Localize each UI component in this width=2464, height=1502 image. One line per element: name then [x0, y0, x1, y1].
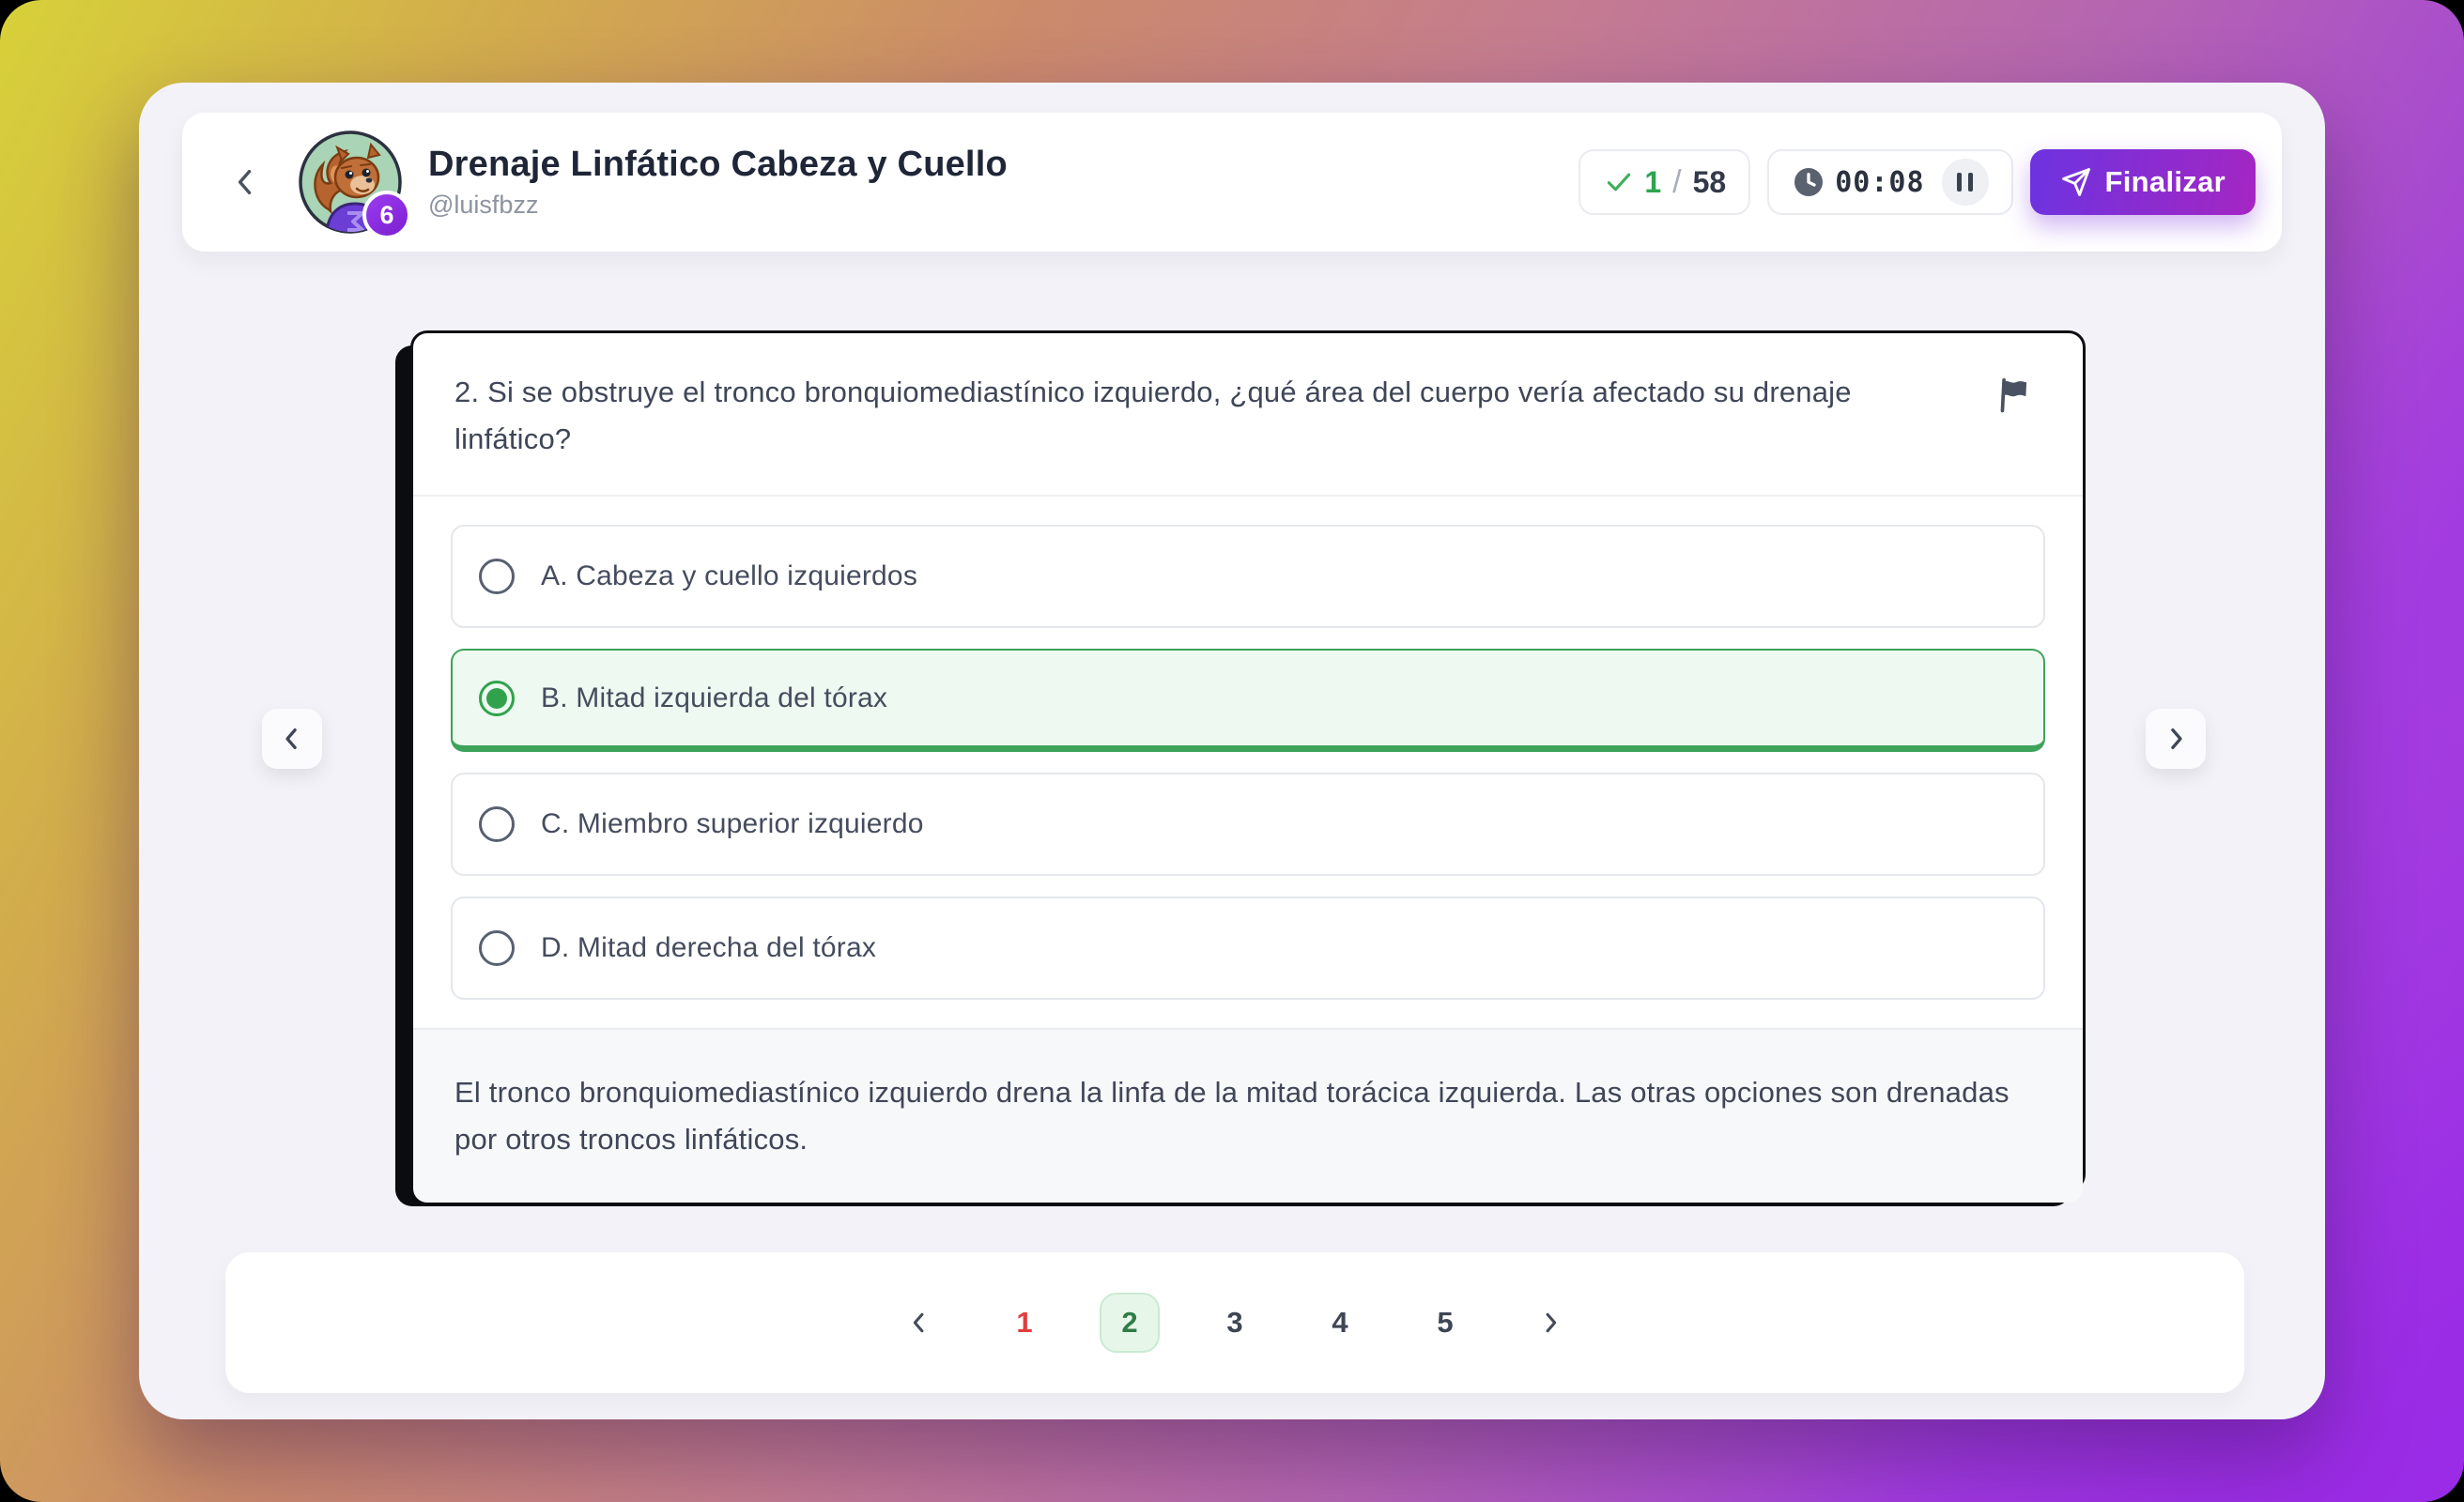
- question-text: 2. Si se obstruye el tronco bronquiomedi…: [454, 369, 1966, 463]
- title-block: Drenaje Linfático Cabeza y Cuello @luisf…: [428, 145, 1008, 220]
- options-list: A. Cabeza y cuello izquierdos B. Mitad i…: [413, 495, 2083, 1028]
- finish-button[interactable]: Finalizar: [2030, 149, 2256, 215]
- page-4-button[interactable]: 4: [1310, 1293, 1370, 1353]
- timer-value: 00:08: [1835, 166, 1924, 199]
- progress-current: 1: [1644, 165, 1661, 200]
- radio-unchecked-icon: [479, 559, 515, 594]
- page-2-button-current[interactable]: 2: [1100, 1293, 1160, 1353]
- option-d[interactable]: D. Mitad derecha del tórax: [451, 897, 2045, 1000]
- header-bar: 6 Drenaje Linfático Cabeza y Cuello @lui…: [182, 113, 2282, 252]
- progress-total: 58: [1693, 165, 1727, 200]
- quiz-app-container: 6 Drenaje Linfático Cabeza y Cuello @lui…: [139, 83, 2325, 1419]
- clock-icon: [1792, 165, 1825, 199]
- option-label: B. Mitad izquierda del tórax: [541, 682, 887, 714]
- progress-pill: 1 / 58: [1578, 149, 1750, 215]
- radio-unchecked-icon: [479, 806, 515, 842]
- page-5-button[interactable]: 5: [1415, 1293, 1475, 1353]
- chevron-left-icon: [278, 725, 306, 753]
- pause-icon: [1957, 173, 1962, 192]
- avatar: 6: [297, 129, 404, 236]
- question-card: 2. Si se obstruye el tronco bronquiomedi…: [410, 330, 2086, 1191]
- question-header: 2. Si se obstruye el tronco bronquiomedi…: [413, 333, 2083, 495]
- explanation-panel: El tronco bronquiomediastínico izquierdo…: [413, 1028, 2083, 1203]
- chevron-right-icon: [2162, 725, 2190, 753]
- radio-unchecked-icon: [479, 930, 515, 966]
- header-controls: 1 / 58 00:08: [1578, 149, 2256, 215]
- previous-question-button[interactable]: [262, 709, 322, 769]
- radio-checked-icon: [479, 681, 515, 716]
- option-b[interactable]: B. Mitad izquierda del tórax: [451, 649, 2045, 752]
- option-label: D. Mitad derecha del tórax: [541, 932, 876, 964]
- finish-button-label: Finalizar: [2105, 165, 2225, 199]
- check-icon: [1603, 166, 1635, 198]
- gradient-background: 6 Drenaje Linfático Cabeza y Cuello @lui…: [0, 0, 2464, 1502]
- back-button[interactable]: [220, 156, 272, 208]
- pagination-bar: 1 2 3 4 5: [225, 1252, 2244, 1393]
- chevron-right-icon: [1537, 1310, 1563, 1336]
- flag-icon: [1994, 375, 2036, 416]
- quiz-title: Drenaje Linfático Cabeza y Cuello: [428, 145, 1008, 185]
- quiz-author-handle: @luisfbzz: [428, 191, 1008, 220]
- timer-pill: 00:08: [1767, 149, 2012, 215]
- flag-question-button[interactable]: [1989, 369, 2041, 424]
- progress-separator: /: [1671, 164, 1683, 201]
- page-1-button[interactable]: 1: [994, 1293, 1055, 1353]
- page-3-button[interactable]: 3: [1205, 1293, 1265, 1353]
- option-label: A. Cabeza y cuello izquierdos: [541, 560, 917, 592]
- pagination-previous-button[interactable]: [889, 1293, 949, 1353]
- chevron-left-icon: [230, 166, 262, 198]
- next-question-button[interactable]: [2146, 709, 2206, 769]
- option-c[interactable]: C. Miembro superior izquierdo: [451, 773, 2045, 876]
- pause-button[interactable]: [1942, 159, 1989, 206]
- level-badge: 6: [362, 191, 411, 239]
- pagination-next-button[interactable]: [1520, 1293, 1580, 1353]
- option-a[interactable]: A. Cabeza y cuello izquierdos: [451, 525, 2045, 628]
- chevron-left-icon: [906, 1310, 932, 1336]
- option-label: C. Miembro superior izquierdo: [541, 808, 924, 840]
- send-icon: [2060, 166, 2092, 198]
- explanation-text: El tronco bronquiomediastínico izquierdo…: [454, 1069, 2041, 1163]
